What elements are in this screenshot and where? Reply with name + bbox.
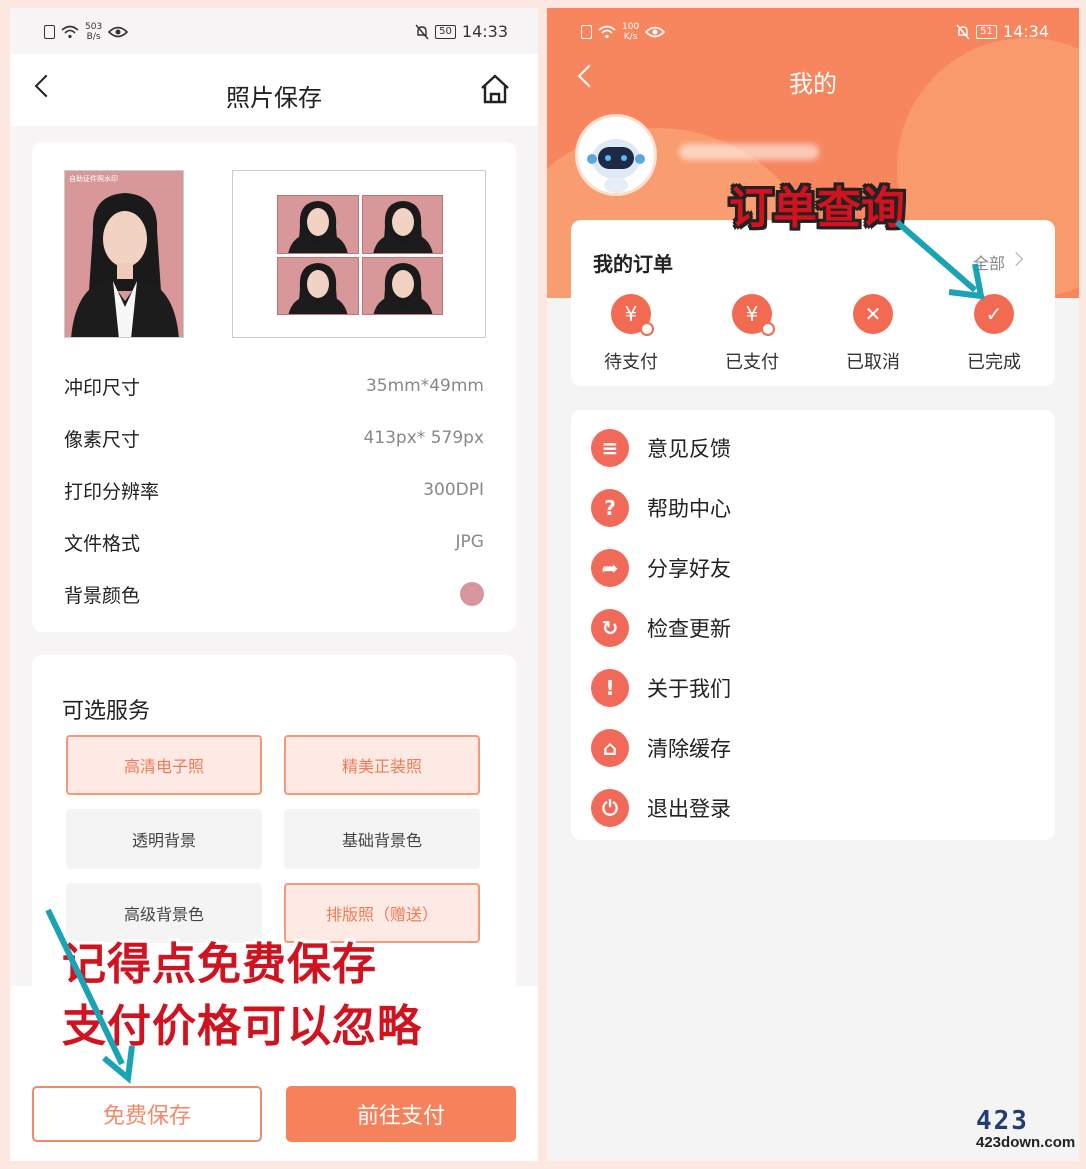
go-pay-button[interactable]: 前往支付: [286, 1086, 516, 1142]
layout-sheet-preview[interactable]: [232, 170, 486, 338]
spec-label: 文件格式: [64, 532, 141, 555]
menu-label: 退出登录: [647, 797, 731, 821]
spec-label: 像素尺寸: [64, 428, 141, 451]
spec-row-dpi: 打印分辨率 300DPI: [64, 464, 484, 516]
menu-label: 帮助中心: [647, 497, 731, 521]
annotation-order-query: 订单查询: [729, 183, 905, 234]
layout-photo-thumb: [277, 195, 359, 254]
spec-label: 背景颜色: [64, 584, 141, 607]
order-label: 已支付: [725, 352, 779, 373]
clock: 14:33: [461, 22, 508, 41]
info-icon: !: [591, 669, 629, 707]
avatar[interactable]: [575, 114, 657, 196]
menu-item-check-update[interactable]: ↻ 检查更新: [591, 598, 1031, 658]
order-completed[interactable]: ✓ 已完成: [944, 294, 1044, 374]
watermark-text: 自助证件照水印: [69, 175, 118, 183]
refresh-icon: ↻: [591, 609, 629, 647]
service-transparent-bg-button[interactable]: 透明背景: [66, 809, 262, 869]
wifi-icon: [61, 25, 79, 39]
service-basic-bg-button[interactable]: 基础背景色: [284, 809, 480, 869]
username-blurred: [679, 144, 819, 160]
nav-bar: 照片保存: [10, 54, 538, 126]
status-bar: 503 B/s 50 14:33: [10, 8, 538, 54]
order-cancelled[interactable]: ✕ 已取消: [823, 294, 923, 374]
id-photo-preview[interactable]: 自助证件照水印: [64, 170, 184, 338]
eye-icon: [645, 26, 666, 38]
eye-icon: [108, 26, 129, 38]
annotation-arrow: [895, 219, 985, 300]
menu-item-share[interactable]: ➦ 分享好友: [591, 538, 1031, 598]
logo-mark: 423: [976, 1106, 1029, 1136]
spec-row-print-size: 冲印尺寸 35mm*49mm: [64, 360, 484, 412]
service-formal-wear-button[interactable]: 精美正装照: [284, 735, 480, 795]
sim-icon: [44, 25, 55, 39]
yen-check-icon: ¥: [732, 294, 775, 336]
portrait-image: [71, 193, 179, 337]
status-bar: 100 K/s 51 14:34: [547, 8, 1079, 54]
photo-spec-list: 冲印尺寸 35mm*49mm 像素尺寸 413px* 579px 打印分辨率 3…: [64, 360, 484, 620]
service-hd-photo-button[interactable]: 高清电子照: [66, 735, 262, 795]
menu-label: 清除缓存: [647, 737, 731, 761]
power-icon: ⏻: [591, 789, 629, 827]
spec-value: 300DPI: [423, 480, 484, 500]
layout-photo-thumb: [361, 195, 443, 254]
layout-photo-thumb: [361, 256, 443, 315]
order-label: 待支付: [604, 352, 658, 373]
menu-item-clear-cache[interactable]: ⌂ 清除缓存: [591, 718, 1031, 778]
menu-item-feedback[interactable]: ≡ 意见反馈: [591, 418, 1031, 478]
broom-icon: ⌂: [591, 729, 629, 767]
battery-indicator: 51: [976, 24, 997, 39]
free-save-button[interactable]: 免费保存: [32, 1086, 262, 1142]
order-label: 已取消: [846, 352, 900, 373]
menu-item-logout[interactable]: ⏻ 退出登录: [591, 778, 1031, 838]
spec-label: 打印分辨率: [64, 480, 160, 503]
cross-icon: ✕: [853, 294, 893, 334]
order-pending-payment[interactable]: ¥ 待支付: [581, 294, 681, 374]
services-title: 可选服务: [62, 699, 151, 724]
order-paid[interactable]: ¥ 已支付: [702, 294, 802, 374]
yen-clock-icon: ¥: [611, 294, 654, 336]
spec-label: 冲印尺寸: [64, 376, 141, 399]
spec-value: 413px* 579px: [363, 428, 484, 448]
profile-screen: 100 K/s 51 14:34 我的 我的订单 全部 ¥ 待支付 ¥ 已支付 …: [547, 8, 1079, 1161]
robot-avatar-icon: [587, 139, 645, 193]
settings-menu: ≡ 意见反馈 ? 帮助中心 ➦ 分享好友 ↻ 检查更新 ! 关于我们 ⌂ 清除缓…: [571, 410, 1055, 840]
spec-row-bg-color: 背景颜色: [64, 568, 484, 620]
logo-text: 423down.com: [976, 1134, 1076, 1151]
page-title: 照片保存: [226, 84, 322, 112]
spec-value: JPG: [455, 532, 484, 552]
clock: 14:34: [1002, 22, 1049, 41]
battery-indicator: 50: [435, 24, 456, 39]
page-title: 我的: [789, 70, 837, 98]
sim-icon: [581, 25, 592, 39]
home-icon[interactable]: [478, 72, 512, 106]
menu-item-help[interactable]: ? 帮助中心: [591, 478, 1031, 538]
orders-title: 我的订单: [593, 252, 673, 276]
chevron-right-icon[interactable]: [1008, 251, 1024, 267]
help-icon: ?: [591, 489, 629, 527]
menu-label: 分享好友: [647, 557, 731, 581]
background-color-swatch: [460, 582, 484, 606]
mute-bell-icon: [415, 24, 429, 39]
site-logo: 423 423down.com: [976, 1108, 1080, 1158]
share-icon: ➦: [591, 549, 629, 587]
spec-row-format: 文件格式 JPG: [64, 516, 484, 568]
menu-label: 关于我们: [647, 677, 731, 701]
photo-info-card: 自助证件照水印 冲印尺寸 35mm*49mm 像素尺寸 413px* 579px…: [32, 142, 516, 632]
photo-save-screen: 503 B/s 50 14:33 照片保存 自助证件照水印 冲印尺寸 35mm*…: [10, 8, 538, 1161]
spec-row-pixel-size: 像素尺寸 413px* 579px: [64, 412, 484, 464]
order-label: 已完成: [967, 352, 1021, 373]
menu-item-about[interactable]: ! 关于我们: [591, 658, 1031, 718]
layout-photo-thumb: [277, 256, 359, 315]
spec-value: 35mm*49mm: [365, 376, 484, 396]
menu-label: 意见反馈: [647, 437, 731, 461]
menu-label: 检查更新: [647, 617, 731, 641]
net-speed: 100 K/s: [622, 22, 640, 42]
mute-bell-icon: [956, 24, 970, 39]
feedback-icon: ≡: [591, 429, 629, 467]
net-speed: 503 B/s: [85, 22, 103, 42]
wifi-icon: [598, 25, 616, 39]
annotation-arrow: [45, 908, 135, 1084]
